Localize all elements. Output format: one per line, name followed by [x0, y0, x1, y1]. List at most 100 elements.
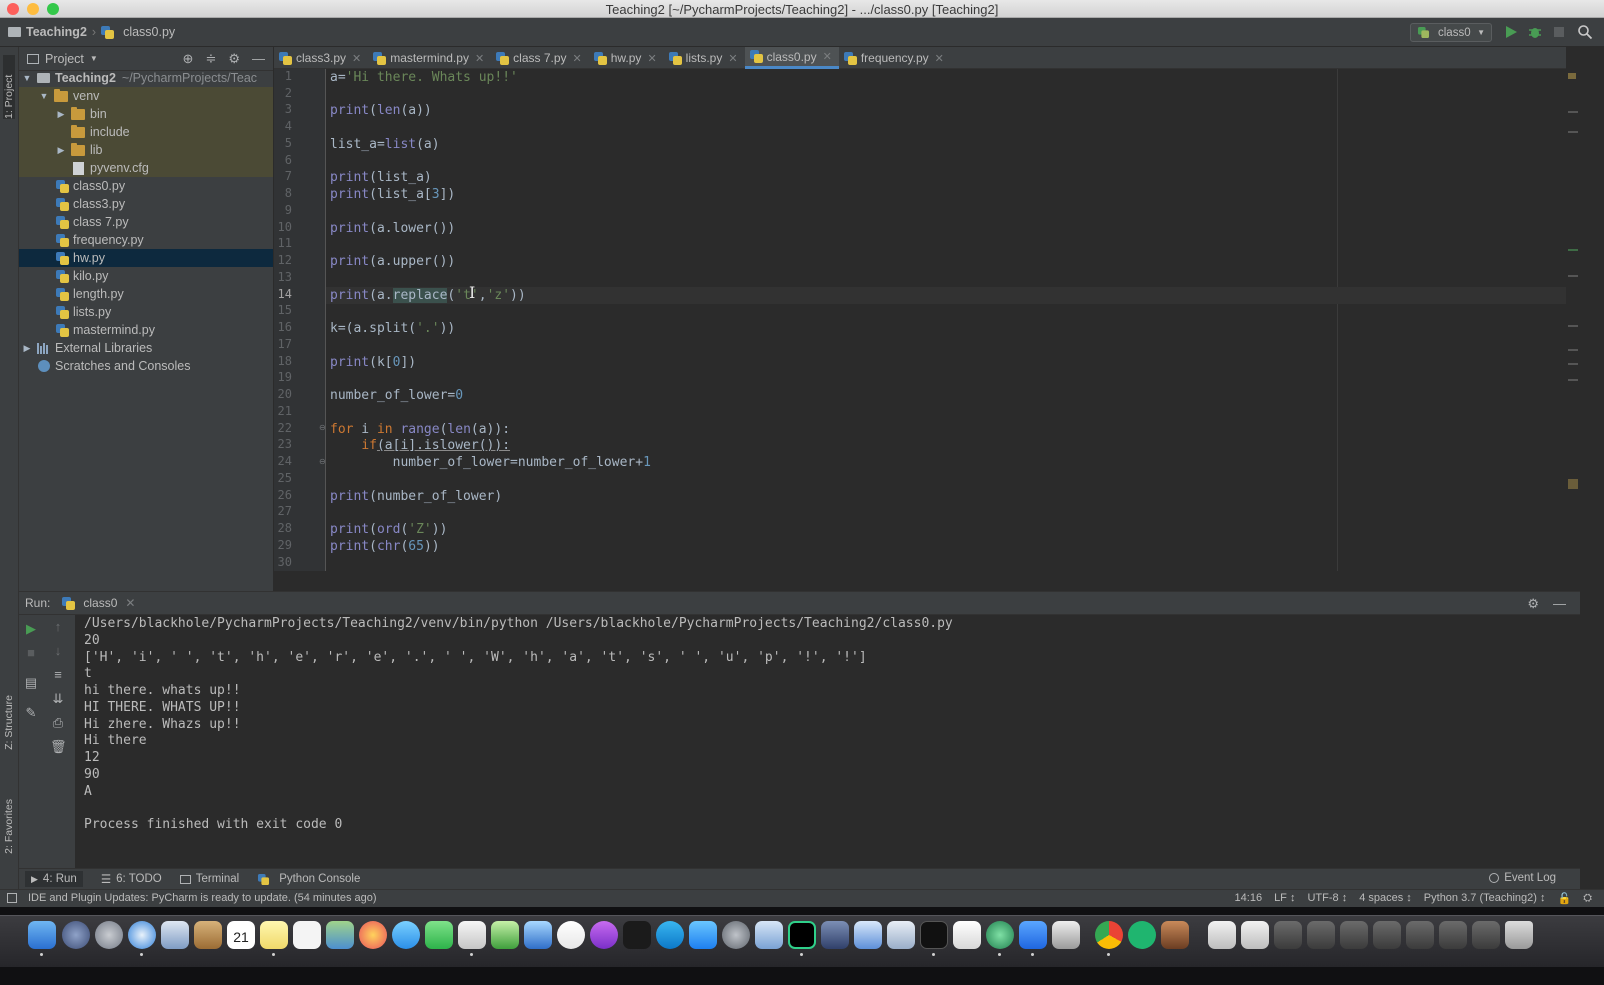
terminal-tool-button[interactable]: Terminal [180, 873, 239, 885]
zoom-icon[interactable] [1019, 921, 1047, 949]
indent-setting[interactable]: 4 spaces ↕ [1359, 892, 1412, 905]
chrome-icon[interactable] [1095, 921, 1123, 949]
tree-item-class3-py[interactable]: class3.py [19, 195, 273, 213]
file-encoding[interactable]: UTF-8 ↕ [1307, 892, 1347, 905]
tree-item-pyvenv-cfg[interactable]: pyvenv.cfg [19, 159, 273, 177]
recent-document-icon[interactable] [1208, 921, 1236, 949]
chevron-down-icon[interactable]: ▼ [21, 73, 33, 83]
grammarly-icon[interactable] [1128, 921, 1156, 949]
podcasts-icon[interactable] [590, 921, 618, 949]
music-icon[interactable] [557, 921, 585, 949]
fold-icon[interactable]: ⊖ [319, 423, 326, 432]
run-console[interactable]: /Users/blackhole/PycharmProjects/Teachin… [75, 615, 1580, 868]
warning-marker[interactable] [1568, 73, 1576, 79]
toggle-tool-windows-icon[interactable] [7, 893, 17, 903]
tab-mastermind-py[interactable]: mastermind.py ✕ [368, 47, 491, 69]
project-view-dropdown[interactable]: Project [45, 52, 84, 66]
close-tab-icon[interactable]: ✕ [728, 52, 737, 65]
recent-window-icon[interactable] [1406, 921, 1434, 949]
trash-icon[interactable]: 🗑 [50, 739, 66, 755]
files-icon[interactable] [887, 921, 915, 949]
numbers-icon[interactable] [491, 921, 519, 949]
notes-icon[interactable] [260, 921, 288, 949]
chevron-down-icon[interactable]: ▼ [38, 91, 50, 101]
tab-class-7-py[interactable]: class 7.py ✕ [491, 47, 589, 69]
reminders-icon[interactable] [293, 921, 321, 949]
recent-window-icon[interactable] [1439, 921, 1467, 949]
textedit-icon[interactable] [854, 921, 882, 949]
launchpad-icon[interactable] [95, 921, 123, 949]
trash-icon[interactable] [1505, 921, 1533, 949]
search-icon[interactable] [1577, 24, 1593, 40]
scroll-to-end-icon[interactable]: ⇊ [50, 691, 66, 707]
structure-tool-button[interactable]: Z: Structure [3, 695, 15, 750]
tree-item-class-7-py[interactable]: class 7.py [19, 213, 273, 231]
screenshot-icon[interactable] [1052, 921, 1080, 949]
app-store-icon[interactable] [689, 921, 717, 949]
breadcrumb-file[interactable]: class0.py [123, 25, 175, 39]
gear-icon[interactable]: ⚙ [1527, 596, 1539, 612]
chevron-down-icon[interactable]: ▼ [90, 54, 98, 63]
maps-icon[interactable] [326, 921, 354, 949]
run-icon[interactable] [1503, 24, 1519, 40]
up-arrow-icon[interactable]: ↑ [50, 619, 66, 634]
tree-item-lib[interactable]: ▶ lib [19, 141, 273, 159]
chevron-right-icon[interactable]: ▶ [55, 145, 67, 156]
todo-tool-button[interactable]: ☰ 6: TODO [101, 872, 162, 886]
locate-icon[interactable]: ⊕ [183, 51, 194, 67]
code-editor[interactable]: a='Hi there. Whats up!!' print(len(a)) l… [326, 69, 1566, 571]
marker[interactable] [1568, 325, 1578, 327]
recent-window-icon[interactable] [1373, 921, 1401, 949]
event-log-button[interactable]: Event Log [1489, 872, 1556, 884]
recent-window-icon[interactable] [1340, 921, 1368, 949]
tree-item-bin[interactable]: ▶ bin [19, 105, 273, 123]
fold-icon[interactable]: ⊖ [319, 457, 326, 466]
tree-item-venv[interactable]: ▼ venv [19, 87, 273, 105]
pin-icon[interactable]: ✎ [23, 705, 39, 721]
keynote-icon[interactable] [524, 921, 552, 949]
restore-layout-icon[interactable]: ▤ [23, 675, 39, 691]
finder-icon[interactable] [28, 921, 56, 949]
rerun-icon[interactable]: ▶ [23, 621, 39, 637]
marker[interactable] [1568, 479, 1578, 489]
favorites-tool-button[interactable]: 2: Favorites [3, 799, 15, 854]
photos-icon[interactable] [359, 921, 387, 949]
print-icon[interactable]: ⎙ [50, 715, 66, 731]
run-tab-class0[interactable]: class0 ✕ [62, 596, 135, 610]
tree-item-external-libraries[interactable]: ▶ External Libraries [19, 339, 273, 357]
marker[interactable] [1568, 249, 1578, 251]
close-tab-icon[interactable]: ✕ [352, 52, 361, 65]
close-tab-icon[interactable]: ✕ [935, 52, 944, 65]
tree-item-mastermind-py[interactable]: mastermind.py [19, 321, 273, 339]
recent-window-icon[interactable] [1274, 921, 1302, 949]
marker[interactable] [1568, 111, 1578, 113]
tree-item-frequency-py[interactable]: frequency.py [19, 231, 273, 249]
messages-icon[interactable] [392, 921, 420, 949]
down-arrow-icon[interactable]: ↓ [50, 643, 66, 658]
close-tab-icon[interactable]: ✕ [573, 52, 582, 65]
hide-icon[interactable]: — [252, 51, 265, 67]
skype-icon[interactable] [656, 921, 684, 949]
editor-scrollbar-markers[interactable] [1566, 69, 1580, 571]
calendar-icon[interactable]: 21 [227, 921, 255, 949]
debug-icon[interactable] [1527, 24, 1543, 40]
tree-item-kilo-py[interactable]: kilo.py [19, 267, 273, 285]
system-preferences-icon[interactable] [722, 921, 750, 949]
preview-icon[interactable] [755, 921, 783, 949]
terminal-app-icon[interactable] [920, 921, 948, 949]
contacts-icon[interactable] [194, 921, 222, 949]
facetime-icon[interactable] [425, 921, 453, 949]
editor-gutter[interactable]: 1 2 3 4 5 6 7 8 9 10 11 12 13 14 15 16 1… [274, 69, 326, 571]
pages-icon[interactable] [458, 921, 486, 949]
apple-tv-icon[interactable] [623, 921, 651, 949]
pycharm-icon[interactable] [788, 921, 816, 949]
caret-position[interactable]: 14:16 [1235, 892, 1263, 905]
recent-window-icon[interactable] [1307, 921, 1335, 949]
close-tab-icon[interactable]: ✕ [125, 596, 135, 610]
marker[interactable] [1568, 131, 1578, 133]
python-console-tool-button[interactable]: Python Console [257, 873, 360, 886]
downloads-icon[interactable] [1472, 921, 1500, 949]
tree-item-scratches[interactable]: Scratches and Consoles [19, 357, 273, 375]
collapse-all-icon[interactable]: ≑ [205, 51, 216, 67]
run-tool-button[interactable]: ▶ 4: Run [25, 871, 83, 887]
